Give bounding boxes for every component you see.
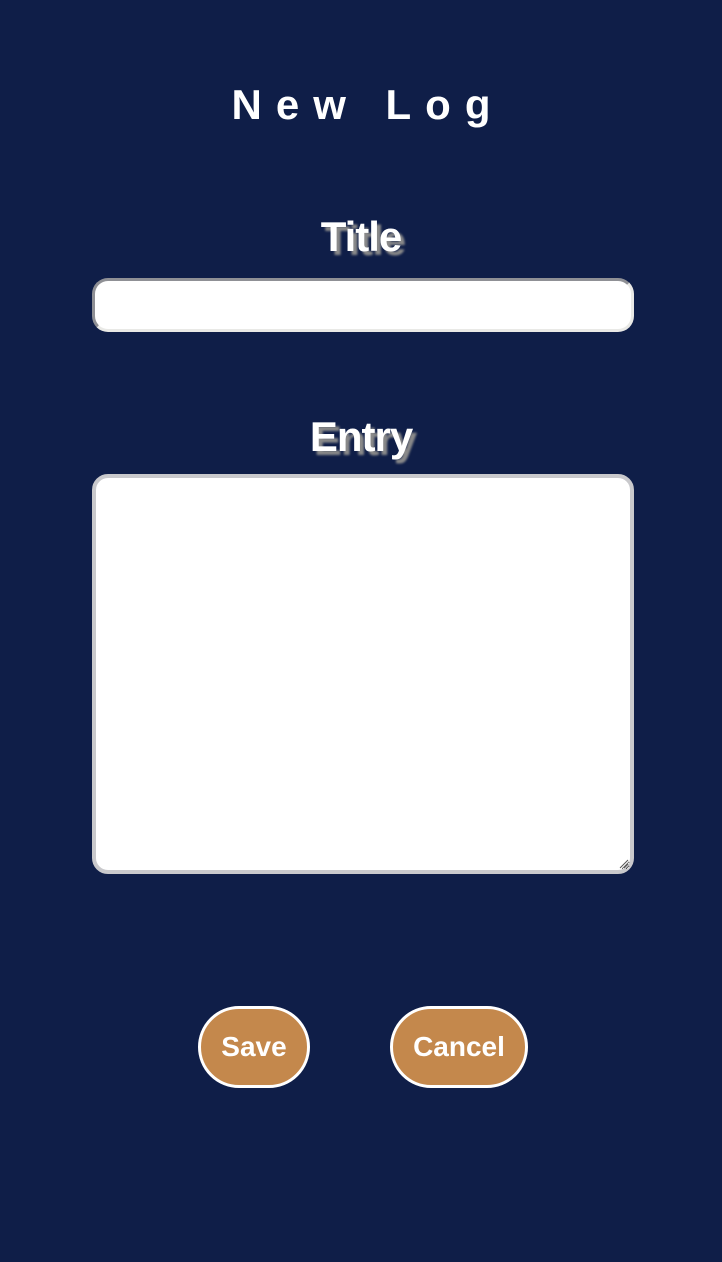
page-title: New Log xyxy=(231,81,505,128)
save-button[interactable]: Save xyxy=(198,1006,310,1088)
cancel-button[interactable]: Cancel xyxy=(390,1006,528,1088)
entry-label: Entry xyxy=(309,413,413,460)
title-input[interactable] xyxy=(92,278,634,332)
entry-textarea[interactable] xyxy=(92,474,634,874)
title-label: Title xyxy=(320,213,403,260)
